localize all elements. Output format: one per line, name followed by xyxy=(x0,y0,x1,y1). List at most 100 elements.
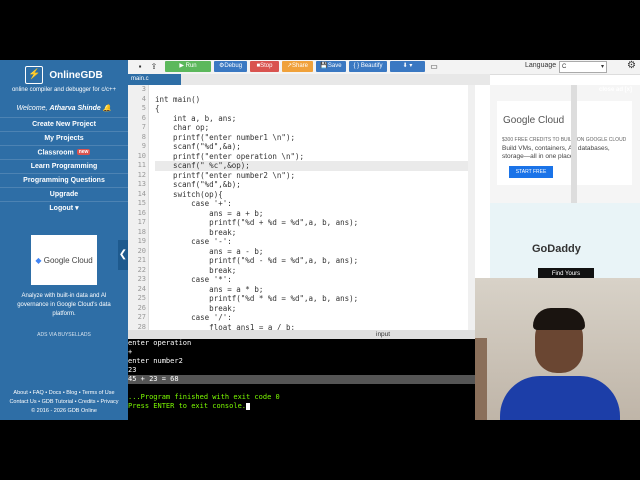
ads-via-label[interactable]: ADS VIA BUYSELLADS xyxy=(10,332,118,338)
nav-classroom[interactable]: Classroom new xyxy=(0,145,128,159)
file-tab-bar: main.c xyxy=(128,74,490,85)
console-line: + xyxy=(128,348,133,356)
save-button[interactable]: 💾Save xyxy=(316,61,346,72)
code-line[interactable]: { xyxy=(155,104,475,114)
code-line[interactable]: scanf(" %c",&op); xyxy=(155,161,475,171)
nav-my-projects[interactable]: My Projects xyxy=(0,131,128,145)
nav-learn-programming[interactable]: Learn Programming xyxy=(0,159,128,173)
share-button[interactable]: ↗Share xyxy=(282,61,313,72)
nav-create-new-project[interactable]: Create New Project xyxy=(0,117,128,131)
chevron-down-icon: ▾ xyxy=(600,64,604,70)
code-line[interactable] xyxy=(155,85,475,95)
code-line[interactable]: break; xyxy=(155,304,475,314)
code-line[interactable]: printf("%d + %d = %d",a, b, ans); xyxy=(155,218,475,228)
code-line[interactable]: case '-': xyxy=(155,237,475,247)
editor-scrollbar[interactable] xyxy=(468,85,475,330)
new-file-icon[interactable]: ▪ xyxy=(134,61,146,72)
file-tab-main-c[interactable]: main.c xyxy=(128,74,181,85)
sidebar-ad-text[interactable]: Analyze with built-in data and AI govern… xyxy=(10,292,118,319)
console-line: enter operation xyxy=(128,339,192,347)
code-line[interactable]: printf("enter number1 \n"); xyxy=(155,133,475,143)
input-label[interactable]: input xyxy=(376,331,390,338)
google-cloud-ad-body: Build VMs, containers, AI, databases, st… xyxy=(502,145,610,160)
console-line: enter number2 xyxy=(128,357,183,365)
code-line[interactable]: printf("enter operation \n"); xyxy=(155,152,475,162)
upload-icon[interactable]: ⇪ xyxy=(148,61,160,72)
language-select[interactable]: C ▾ xyxy=(559,61,607,73)
line-number: 20 xyxy=(137,246,146,255)
sidebar-collapse-button[interactable]: ❮ xyxy=(118,240,128,270)
google-cloud-logo: ◆ Google Cloud xyxy=(35,255,93,265)
console-line-press-enter: Press ENTER to exit console. xyxy=(128,402,475,411)
code-line[interactable]: ans = a - b; xyxy=(155,247,475,257)
user-name[interactable]: Atharva Shinde xyxy=(49,105,100,112)
debug-label: Debug xyxy=(224,63,243,69)
ad-scrollbar[interactable] xyxy=(571,85,577,203)
code-line[interactable]: char op; xyxy=(155,123,475,133)
google-cloud-ad-logo: Google Cloud xyxy=(503,115,565,126)
chevron-down-icon: ▾ xyxy=(75,205,79,212)
line-number: 3 xyxy=(141,85,146,93)
code-editor[interactable]: 3 4 5 6 7 8 9 10 11 12 13 14 15 16 17 18 19 20 21 22 23 24 25 2… xyxy=(128,85,475,330)
beautify-button[interactable]: { } Beautify xyxy=(349,61,387,72)
code-line[interactable]: case '/': xyxy=(155,313,475,323)
footer-line-1[interactable]: About • FAQ • Docs • Blog • Terms of Use xyxy=(0,389,128,398)
code-line[interactable]: switch(op){ xyxy=(155,190,475,200)
nav-programming-questions[interactable]: Programming Questions xyxy=(0,173,128,187)
line-number: 25 xyxy=(137,294,146,302)
gear-icon[interactable]: ⚙ xyxy=(627,60,636,71)
code-line[interactable]: case '*': xyxy=(155,275,475,285)
google-cloud-ad[interactable]: Google Cloud $300 FREE CREDITS TO BUILD … xyxy=(497,101,632,185)
language-label: Language xyxy=(525,62,557,69)
press-enter-text: Press ENTER to exit console. xyxy=(128,402,247,410)
code-line[interactable]: int main() xyxy=(155,95,475,105)
code-line[interactable]: ans = a * b; xyxy=(155,285,475,295)
code-line[interactable]: break; xyxy=(155,266,475,276)
stop-button[interactable]: ■Stop xyxy=(250,61,279,72)
brand-row[interactable]: ⚡ OnlineGDB xyxy=(0,66,128,84)
code-line[interactable]: scanf("%d",&a); xyxy=(155,142,475,152)
debug-button[interactable]: ⚙Debug xyxy=(214,61,247,72)
footer-line-2[interactable]: Contact Us • GDB Tutorial • Credits • Pr… xyxy=(0,398,128,407)
code-line[interactable]: printf("%d * %d = %d",a, b, ans); xyxy=(155,294,475,304)
console-output[interactable]: enter operation + enter number2 23 45 + … xyxy=(128,339,475,420)
bell-icon[interactable]: 🔔 xyxy=(103,105,112,112)
code-line[interactable]: break; xyxy=(155,228,475,238)
code-line[interactable]: case '+': xyxy=(155,199,475,209)
code-line[interactable]: printf("enter number2 \n"); xyxy=(155,171,475,181)
code-line[interactable]: ans = a + b; xyxy=(155,209,475,219)
line-number: 18 xyxy=(137,227,146,236)
godaddy-ad[interactable]: GoDaddy Find Yours xyxy=(490,203,640,283)
code-line[interactable]: float ans1 = a / b; xyxy=(155,323,475,331)
nav-logout-label: Logout xyxy=(49,205,74,212)
line-number: 10 xyxy=(137,151,146,160)
line-number: 8 xyxy=(141,132,146,141)
code-line[interactable]: scanf("%d",&b); xyxy=(155,180,475,190)
line-number: 27 xyxy=(137,313,146,321)
run-button[interactable]: ▶ Run xyxy=(165,61,211,72)
sidebar: ⚡ OnlineGDB online compiler and debugger… xyxy=(0,60,128,420)
brand-name: OnlineGDB xyxy=(49,69,103,81)
start-free-button[interactable]: START FREE xyxy=(509,166,553,178)
sidebar-ad-card[interactable]: ◆ Google Cloud xyxy=(31,235,97,285)
line-number: 24 xyxy=(137,284,146,293)
code-lines[interactable]: int main(){ int a, b, ans; char op; prin… xyxy=(155,85,475,330)
webcam-person-shirt xyxy=(500,376,620,420)
line-number: 5 xyxy=(141,104,146,112)
line-number: 7 xyxy=(141,123,146,131)
line-number: 12 xyxy=(137,170,146,179)
download-button[interactable]: ⬇ ▾ xyxy=(390,61,425,72)
code-line[interactable]: int a, b, ans; xyxy=(155,114,475,124)
nav-upgrade[interactable]: Upgrade xyxy=(0,187,128,201)
console-line-result: 45 + 23 = 68 xyxy=(128,375,475,384)
close-ad-button[interactable]: close ad [x] xyxy=(599,87,632,93)
line-number: 26 xyxy=(137,303,146,312)
line-number: 13 xyxy=(137,180,146,188)
nav-logout[interactable]: Logout ▾ xyxy=(0,201,128,215)
nav-classroom-label: Classroom xyxy=(37,149,74,157)
line-number: 9 xyxy=(141,142,146,150)
code-line[interactable]: printf("%d - %d = %d",a, b, ans); xyxy=(155,256,475,266)
print-icon[interactable]: ▭ xyxy=(428,61,440,72)
webcam-person-hair xyxy=(533,308,585,330)
